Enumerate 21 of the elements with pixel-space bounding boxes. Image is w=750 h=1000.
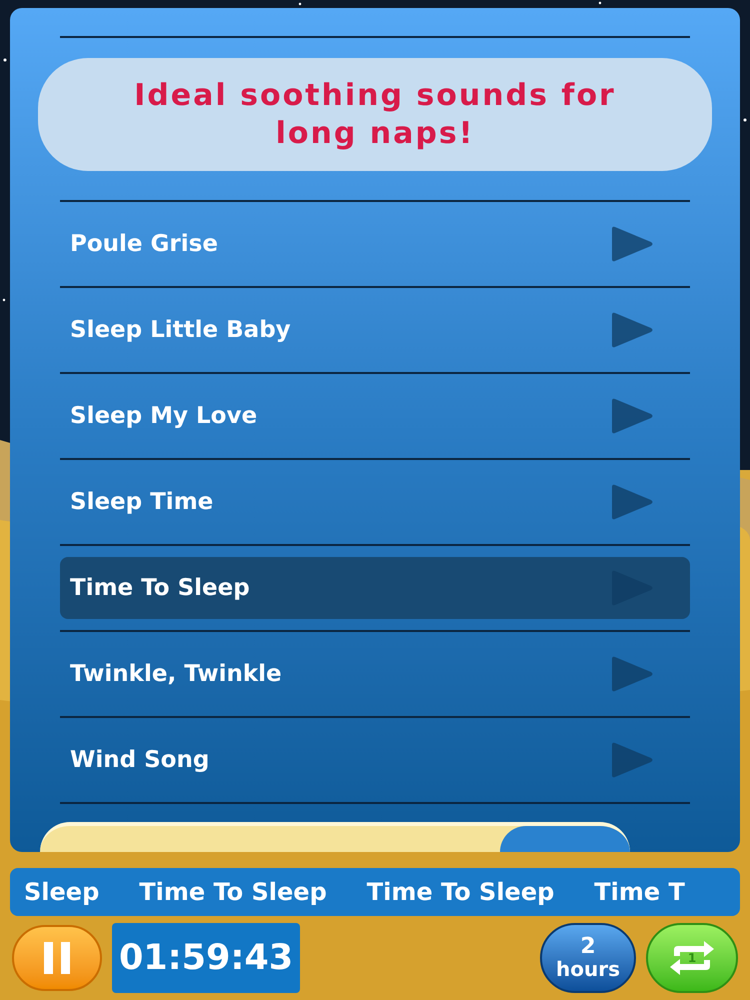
timer-display: 01:59:43 bbox=[112, 923, 300, 993]
pause-icon bbox=[42, 942, 72, 974]
ticker-text: Sleep bbox=[24, 877, 100, 908]
ticker-text: Time To Sleep bbox=[139, 877, 327, 908]
ticker-text: Time To Sleep bbox=[366, 877, 554, 908]
song-row[interactable]: Wind Song bbox=[60, 729, 690, 791]
play-icon[interactable] bbox=[610, 484, 654, 520]
song-row[interactable]: Sleep My Love bbox=[60, 385, 690, 447]
repeat-icon bbox=[668, 940, 716, 976]
play-icon[interactable] bbox=[610, 312, 654, 348]
song-row[interactable]: Twinkle, Twinkle bbox=[60, 643, 690, 705]
play-icon[interactable] bbox=[610, 398, 654, 434]
song-row[interactable]: Sleep Little Baby bbox=[60, 299, 690, 361]
play-icon[interactable] bbox=[610, 226, 654, 262]
song-row[interactable]: Time To Sleep bbox=[60, 557, 690, 619]
play-icon[interactable] bbox=[610, 742, 654, 778]
banner: Ideal soothing sounds for long naps! bbox=[38, 58, 712, 172]
song-row[interactable]: Poule Grise bbox=[60, 213, 690, 275]
ticker-text: Time T bbox=[594, 877, 685, 908]
song-row[interactable]: Sleep Time bbox=[60, 471, 690, 533]
play-icon[interactable] bbox=[610, 656, 654, 692]
